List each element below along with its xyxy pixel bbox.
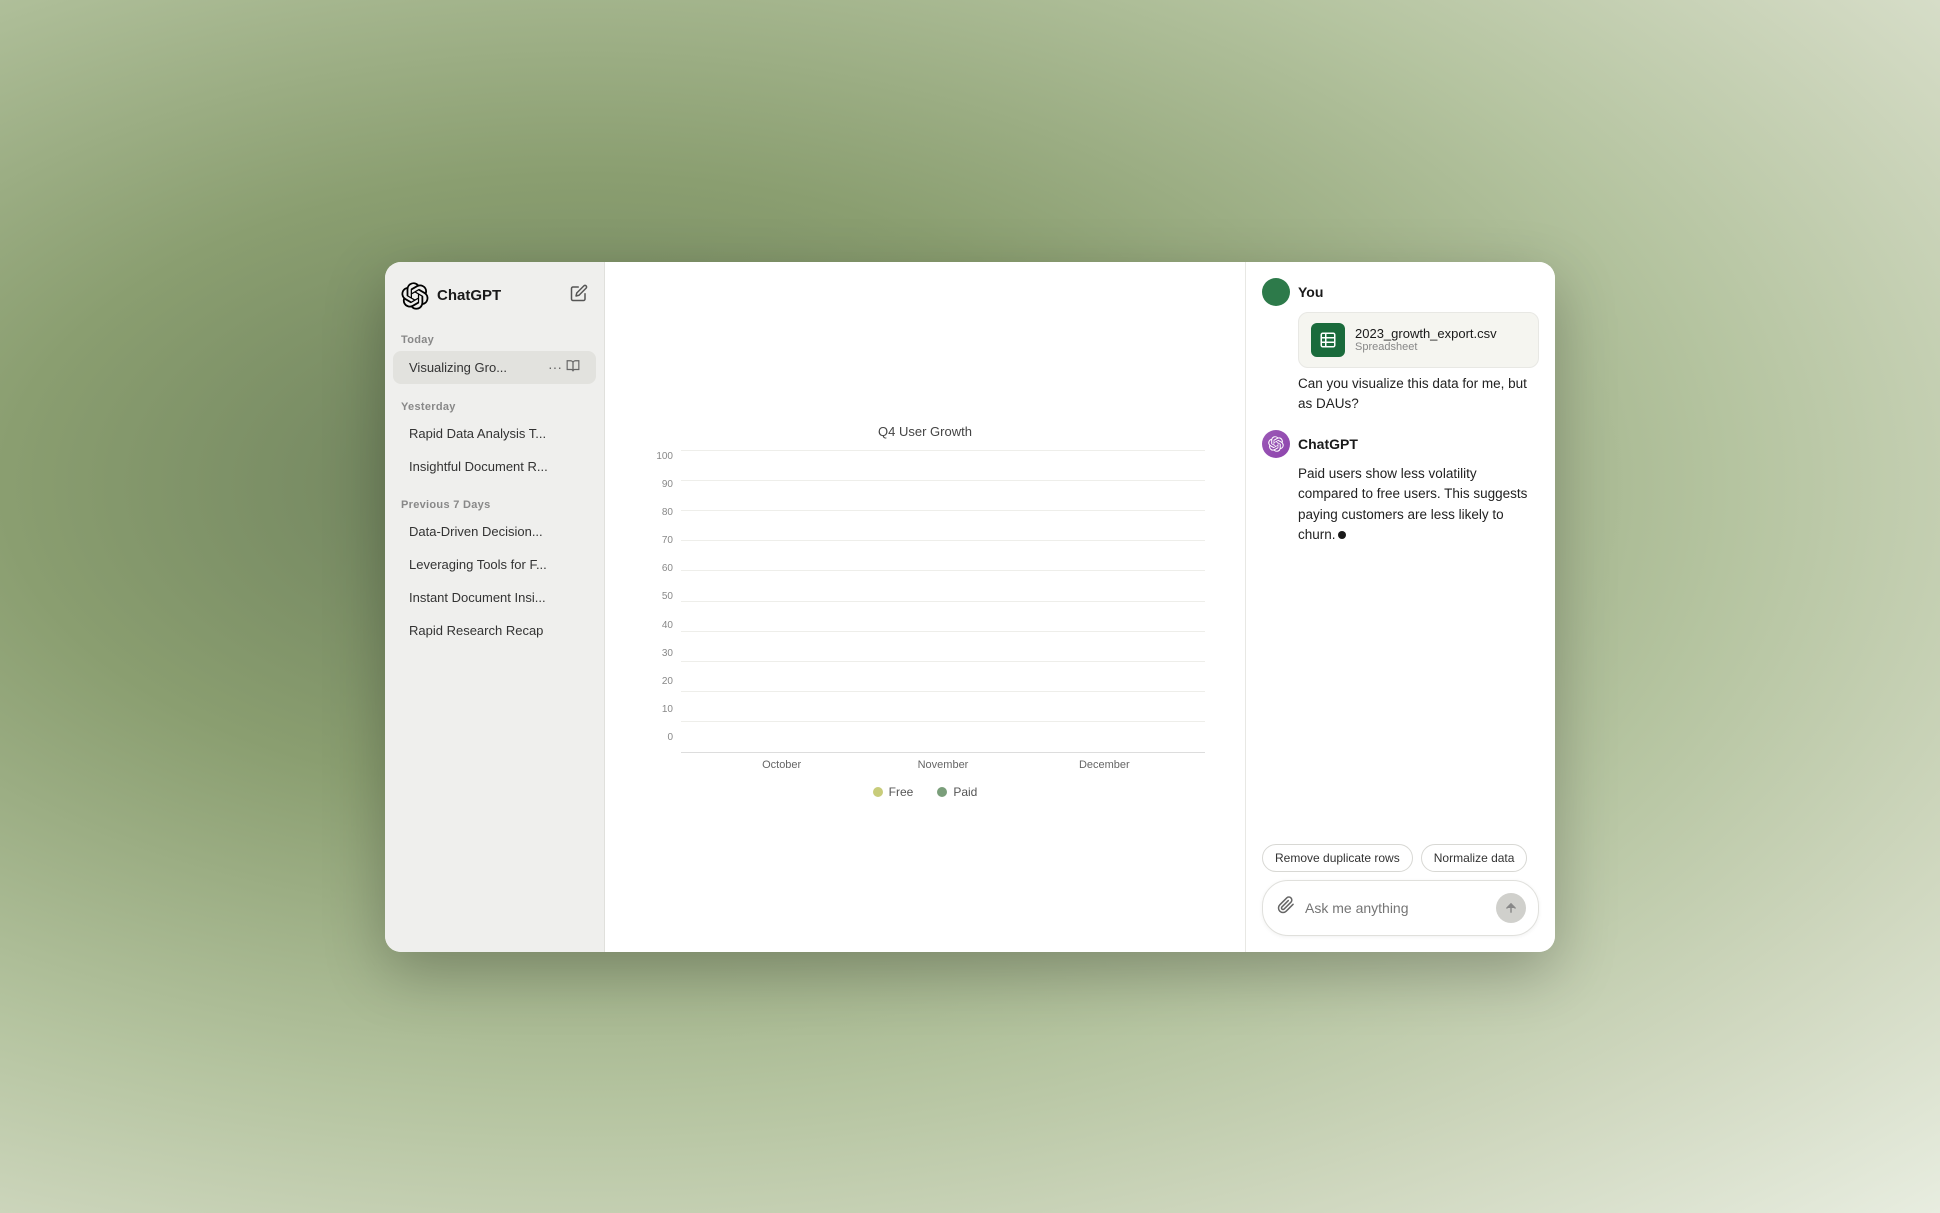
bars-container	[681, 451, 1205, 752]
legend-dot-free	[873, 787, 883, 797]
sender-name-user: You	[1298, 284, 1323, 300]
message-block-bot: ChatGPT Paid users show less volatility …	[1262, 430, 1539, 545]
chat-item-label: Rapid Data Analysis T...	[409, 426, 546, 441]
chat-item-label: Leveraging Tools for F...	[409, 557, 547, 572]
send-button[interactable]	[1496, 893, 1526, 923]
app-window: ChatGPT Today Visualizing Gro... ···	[385, 262, 1555, 952]
bot-message-text: Paid users show less volatility compared…	[1298, 464, 1539, 545]
sidebar-item-rapid-data[interactable]: Rapid Data Analysis T...	[393, 418, 596, 449]
sidebar-item-instant-doc[interactable]: Instant Document Insi...	[393, 582, 596, 613]
typing-indicator	[1338, 531, 1346, 539]
sidebar-item-data-driven[interactable]: Data-Driven Decision...	[393, 516, 596, 547]
chat-input-area	[1262, 880, 1539, 936]
chip-normalize-data[interactable]: Normalize data	[1421, 844, 1528, 872]
section-today: Today	[385, 326, 604, 350]
legend-free: Free	[873, 785, 914, 799]
section-previous-7-days: Previous 7 Days	[385, 491, 604, 515]
x-label-december: December	[1064, 759, 1144, 771]
sidebar-item-visualizing-growth[interactable]: Visualizing Gro... ···	[393, 351, 596, 384]
file-name: 2023_growth_export.csv	[1355, 326, 1497, 341]
y-label-10: 10	[645, 704, 673, 715]
new-chat-button[interactable]	[570, 284, 588, 307]
chip-remove-duplicates[interactable]: Remove duplicate rows	[1262, 844, 1413, 872]
sidebar-item-leveraging-tools[interactable]: Leveraging Tools for F...	[393, 549, 596, 580]
chart-title: Q4 User Growth	[645, 424, 1205, 439]
sidebar: ChatGPT Today Visualizing Gro... ···	[385, 262, 605, 952]
y-label-30: 30	[645, 648, 673, 659]
chat-item-label: Data-Driven Decision...	[409, 524, 543, 539]
chat-item-label: Rapid Research Recap	[409, 623, 543, 638]
y-label-100: 100	[645, 451, 673, 462]
chat-item-label: Instant Document Insi...	[409, 590, 546, 605]
sidebar-item-rapid-research[interactable]: Rapid Research Recap	[393, 615, 596, 646]
y-label-60: 60	[645, 563, 673, 574]
main-content: Q4 User Growth 0 10 20 30 40 50 60 70 80…	[605, 262, 1245, 952]
y-label-20: 20	[645, 676, 673, 687]
dots-menu-icon[interactable]: ···	[548, 359, 562, 375]
file-attachment[interactable]: 2023_growth_export.csv Spreadsheet	[1298, 312, 1539, 368]
chat-item-label: Visualizing Gro...	[409, 360, 544, 375]
chatgpt-avatar	[1262, 430, 1290, 458]
legend-label-free: Free	[889, 785, 914, 799]
x-labels: October November December	[681, 753, 1205, 771]
chart-wrapper: 0 10 20 30 40 50 60 70 80 90 100	[645, 451, 1205, 771]
x-label-october: October	[742, 759, 822, 771]
y-label-40: 40	[645, 620, 673, 631]
message-block-user: You 2023_growth_export.csv Spreadsheet	[1262, 278, 1539, 415]
y-axis: 0 10 20 30 40 50 60 70 80 90 100	[645, 451, 681, 771]
y-label-90: 90	[645, 479, 673, 490]
chat-item-actions: ···	[548, 359, 580, 376]
y-label-70: 70	[645, 535, 673, 546]
chart-plot: October November December	[681, 451, 1205, 771]
user-message-text: Can you visualize this data for me, but …	[1298, 374, 1539, 415]
chart-container: Q4 User Growth 0 10 20 30 40 50 60 70 80…	[645, 424, 1205, 799]
sender-name-bot: ChatGPT	[1298, 436, 1358, 452]
y-label-50: 50	[645, 591, 673, 602]
sidebar-item-insightful-doc[interactable]: Insightful Document R...	[393, 451, 596, 482]
section-yesterday: Yesterday	[385, 393, 604, 417]
chat-messages: You 2023_growth_export.csv Spreadsheet	[1262, 278, 1539, 844]
attach-icon[interactable]	[1277, 896, 1295, 919]
file-info: 2023_growth_export.csv Spreadsheet	[1355, 326, 1497, 353]
legend-label-paid: Paid	[953, 785, 977, 799]
chat-panel: You 2023_growth_export.csv Spreadsheet	[1245, 262, 1555, 952]
message-sender-user: You	[1262, 278, 1539, 306]
chat-item-label: Insightful Document R...	[409, 459, 548, 474]
message-sender-bot: ChatGPT	[1262, 430, 1539, 458]
y-label-80: 80	[645, 507, 673, 518]
legend-dot-paid	[937, 787, 947, 797]
chatgpt-logo-icon	[401, 282, 429, 310]
chart-area: Q4 User Growth 0 10 20 30 40 50 60 70 80…	[605, 262, 1245, 952]
suggestion-chips: Remove duplicate rows Normalize data	[1262, 844, 1539, 872]
legend-paid: Paid	[937, 785, 977, 799]
spreadsheet-icon	[1311, 323, 1345, 357]
logo-area: ChatGPT	[401, 282, 501, 310]
file-type: Spreadsheet	[1355, 341, 1497, 353]
archive-icon[interactable]	[566, 359, 580, 376]
x-label-november: November	[903, 759, 983, 771]
user-avatar	[1262, 278, 1290, 306]
grid-area	[681, 451, 1205, 753]
app-title: ChatGPT	[437, 287, 501, 304]
y-label-0: 0	[645, 732, 673, 743]
chat-input-field[interactable]	[1305, 900, 1486, 916]
chart-legend: Free Paid	[645, 785, 1205, 799]
sidebar-header: ChatGPT	[385, 278, 604, 326]
